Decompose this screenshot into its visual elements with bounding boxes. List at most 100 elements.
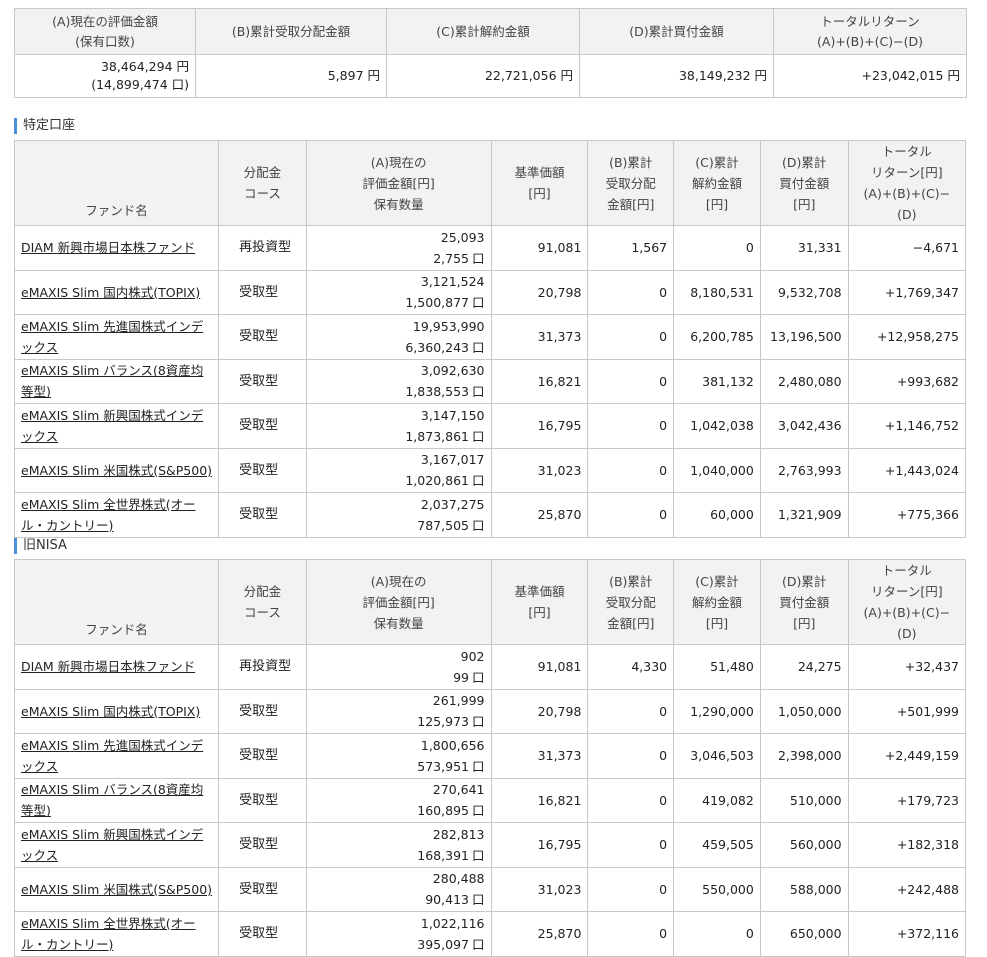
distribution-course: 受取型 <box>218 777 307 823</box>
summary-header-a-label: (A)現在の評価金額 (保有口数) <box>52 13 158 49</box>
units-suffix: 口 <box>471 428 485 444</box>
distribution-course: 受取型 <box>218 403 307 449</box>
section-title: 特定口座 <box>14 118 75 134</box>
current-value: 282,813 <box>432 826 485 842</box>
redemptions-value: 1,040,000 <box>673 447 761 493</box>
purchases-value: 1,321,909 <box>759 492 849 538</box>
total-return-value: +1,146,752 <box>847 403 967 449</box>
dividends-value: 0 <box>587 358 675 404</box>
header-total-return: トータル リターン[円] (A)+(B)+(C)−(D) <box>847 559 967 645</box>
current-value: 25,093 <box>440 229 485 245</box>
summary-table: (A)現在の評価金額 (保有口数) (B)累計受取分配金額 (C)累計解約金額 … <box>14 8 967 98</box>
table-row: DIAM 新興市場日本株ファンド 再投資型 902 99 口 91,081 4,330 51,… <box>13 644 967 690</box>
current-value: 280,488 <box>432 871 485 887</box>
purchases-value: 2,398,000 <box>759 733 849 779</box>
header-redemptions: (C)累計 解約金額 [円] <box>673 559 761 645</box>
fund-name-cell: eMAXIS Slim バランス(8資産均等型) <box>13 358 220 404</box>
table-row: eMAXIS Slim バランス(8資産均等型) 受取型 270,641 160,89… <box>13 777 967 823</box>
nav-value: 20,798 <box>490 269 589 315</box>
total-return-value: +2,449,159 <box>847 733 967 779</box>
redemptions-value: 550,000 <box>673 866 761 912</box>
fund-name-link[interactable]: eMAXIS Slim 米国株式(S&P500) <box>21 463 212 478</box>
current-value-cell: 3,147,150 1,873,861 口 <box>305 403 492 449</box>
distribution-course: 再投資型 <box>218 225 307 271</box>
units-suffix: 口 <box>471 714 485 730</box>
redemptions-value: 1,290,000 <box>673 688 761 734</box>
dividends-value: 0 <box>587 733 675 779</box>
header-dividends-label: (B)累計 受取分配 金額[円] <box>605 154 656 212</box>
table-row: eMAXIS Slim 新興国株式インデックス 受取型 3,147,150 1,873… <box>13 403 967 449</box>
nav-value: 91,081 <box>490 225 589 271</box>
fund-name-link[interactable]: eMAXIS Slim 国内株式(TOPIX) <box>21 285 200 300</box>
fund-name-link[interactable]: eMAXIS Slim バランス(8資産均等型) <box>21 363 203 399</box>
fund-name-link[interactable]: DIAM 新興市場日本株ファンド <box>21 659 195 674</box>
fund-name-cell: eMAXIS Slim 全世界株式(オール・カントリー) <box>13 492 220 538</box>
fund-name-cell: eMAXIS Slim 米国株式(S&P500) <box>13 447 220 493</box>
units-suffix: 口 <box>471 758 485 774</box>
fund-name-link[interactable]: eMAXIS Slim 全世界株式(オール・カントリー) <box>21 916 196 952</box>
holding-units: 168,391 <box>417 847 469 863</box>
current-value: 2,037,275 <box>420 496 485 512</box>
distribution-course: 受取型 <box>218 688 307 734</box>
header-redemptions-label: (C)累計 解約金額 [円] <box>691 154 742 212</box>
header-current-value-label: (A)現在の 評価金額[円] 保有数量 <box>362 154 435 212</box>
nav-value: 31,023 <box>490 866 589 912</box>
current-value-cell: 1,022,116 395,097 口 <box>305 911 492 957</box>
current-value-cell: 3,092,630 1,838,553 口 <box>305 358 492 404</box>
current-value-cell: 282,813 168,391 口 <box>305 822 492 868</box>
fund-name-link[interactable]: eMAXIS Slim バランス(8資産均等型) <box>21 782 203 818</box>
holding-units: 2,755 <box>433 250 469 266</box>
header-total-return: トータル リターン[円] (A)+(B)+(C)−(D) <box>847 140 967 226</box>
fund-name-link[interactable]: eMAXIS Slim 先進国株式インデックス <box>21 738 203 774</box>
fund-name-link[interactable]: eMAXIS Slim 国内株式(TOPIX) <box>21 704 200 719</box>
nav-value: 20,798 <box>490 688 589 734</box>
current-value-cell: 1,800,656 573,951 口 <box>305 733 492 779</box>
fund-name-link[interactable]: eMAXIS Slim 先進国株式インデックス <box>21 319 203 355</box>
current-value: 3,147,150 <box>420 407 485 423</box>
redemptions-value: 51,480 <box>673 644 761 690</box>
units-suffix: 口 <box>471 892 485 908</box>
header-course: 分配金 コース <box>218 140 307 226</box>
current-value: 3,092,630 <box>420 363 485 379</box>
summary-purchases: 38,149,232 円 <box>579 54 774 98</box>
fund-name-cell: eMAXIS Slim 国内株式(TOPIX) <box>13 269 220 315</box>
summary-current-value: 38,464,294 円 <box>100 59 189 74</box>
purchases-value: 31,331 <box>759 225 849 271</box>
total-return-value: +242,488 <box>847 866 967 912</box>
table-row: eMAXIS Slim 国内株式(TOPIX) 受取型 261,999 125,973… <box>13 688 967 734</box>
summary-dividends: 5,897 円 <box>195 54 387 98</box>
header-nav-label: 基準価額 [円] <box>514 165 565 201</box>
fund-name-link[interactable]: eMAXIS Slim 新興国株式インデックス <box>21 408 203 444</box>
fund-name-link[interactable]: eMAXIS Slim 米国株式(S&P500) <box>21 882 212 897</box>
dividends-value: 0 <box>587 911 675 957</box>
current-value: 902 <box>460 648 485 664</box>
fund-name-cell: eMAXIS Slim 先進国株式インデックス <box>13 314 220 360</box>
summary-redemptions: 22,721,056 円 <box>386 54 580 98</box>
fund-name-link[interactable]: eMAXIS Slim 全世界株式(オール・カントリー) <box>21 497 196 533</box>
nav-value: 16,795 <box>490 403 589 449</box>
holding-units: 787,505 <box>417 517 469 533</box>
fund-name-cell: eMAXIS Slim 新興国株式インデックス <box>13 822 220 868</box>
header-current-value: (A)現在の 評価金額[円] 保有数量 <box>305 140 492 226</box>
fund-name-link[interactable]: eMAXIS Slim 新興国株式インデックス <box>21 827 203 863</box>
current-value: 3,121,524 <box>420 274 485 290</box>
header-redemptions: (C)累計 解約金額 [円] <box>673 140 761 226</box>
summary-header-b-label: (B)累計受取分配金額 <box>231 23 351 39</box>
current-value-cell: 3,121,524 1,500,877 口 <box>305 269 492 315</box>
distribution-course: 受取型 <box>218 911 307 957</box>
redemptions-value: 60,000 <box>673 492 761 538</box>
total-return-value: +501,999 <box>847 688 967 734</box>
current-value-cell: 25,093 2,755 口 <box>305 225 492 271</box>
redemptions-value: 459,505 <box>673 822 761 868</box>
redemptions-value: 8,180,531 <box>673 269 761 315</box>
header-dividends: (B)累計 受取分配 金額[円] <box>587 559 675 645</box>
purchases-value: 588,000 <box>759 866 849 912</box>
holdings-table: ファンド名 分配金 コース (A)現在の 評価金額[円] 保有数量 基準価額 [円] (… <box>13 559 967 957</box>
dividends-value: 0 <box>587 447 675 493</box>
purchases-value: 3,042,436 <box>759 403 849 449</box>
table-row: eMAXIS Slim 全世界株式(オール・カントリー) 受取型 1,022,116… <box>13 911 967 957</box>
summary-header-c: (C)累計解約金額 <box>386 8 580 55</box>
fund-name-link[interactable]: DIAM 新興市場日本株ファンド <box>21 240 195 255</box>
redemptions-value: 3,046,503 <box>673 733 761 779</box>
current-value: 270,641 <box>432 782 485 798</box>
